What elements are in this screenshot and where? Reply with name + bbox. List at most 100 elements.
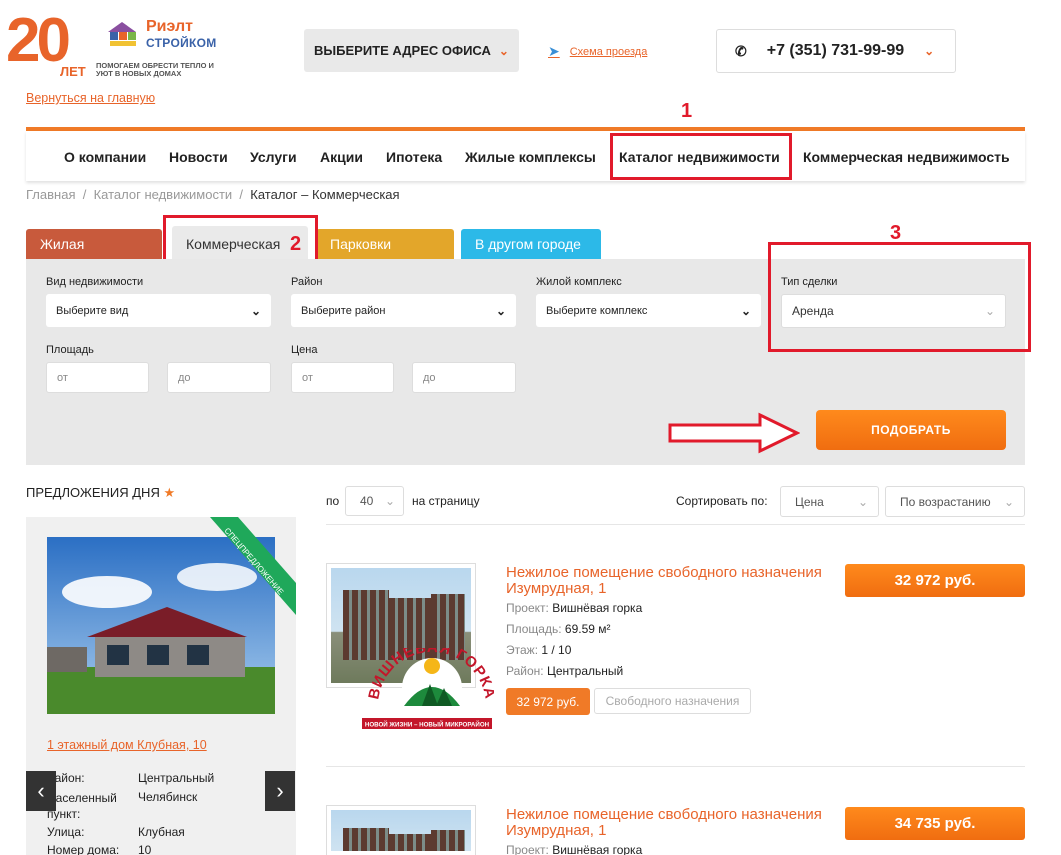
- route-link-label: Схема проезда: [569, 45, 648, 58]
- phone-icon: ✆: [735, 42, 747, 59]
- divider: [326, 524, 1025, 525]
- chevron-down-icon: ⌄: [495, 303, 506, 318]
- price-from-input[interactable]: от: [291, 362, 394, 393]
- sort-label: Сортировать по:: [676, 494, 768, 508]
- tab-residential[interactable]: Жилая: [26, 229, 162, 259]
- logo-number[interactable]: 20: [6, 10, 71, 72]
- annotation-box-catalog: [610, 133, 792, 180]
- listing-area-key: Площадь:: [506, 622, 562, 636]
- breadcrumb-current: Каталог – Коммерческая: [250, 187, 400, 202]
- logo-house-icon: [108, 22, 136, 46]
- listing-project-row: Проект: Вишнёвая горка: [506, 601, 642, 615]
- emblem-subtext: НОВОЙ ЖИЗНИ – НОВЫЙ МИКРОРАЙОН: [365, 721, 490, 729]
- special-offer-ribbon: СПЕЦПРЕДЛОЖЕНИЕ: [210, 517, 296, 615]
- filter-area-label: Площадь: [46, 344, 94, 356]
- vishnevaya-gorka-logo: ВИШНЁВАЯ ГОРКА НОВОЙ ЖИЗНИ – НОВЫЙ МИКРО…: [362, 648, 494, 729]
- per-page-prefix: по: [326, 494, 340, 508]
- annotation-arrow-icon: [668, 412, 800, 454]
- price-to-input[interactable]: до: [412, 362, 516, 393]
- listing-photo[interactable]: [326, 805, 476, 855]
- office-address-button[interactable]: ВЫБЕРИТЕ АДРЕС ОФИСА ⌄: [304, 29, 519, 72]
- sort-order-value: По возрастанию: [900, 494, 991, 509]
- listing-project-value: Вишнёвая горка: [552, 843, 643, 855]
- offer-house-number-key: Номер дома:: [47, 843, 120, 855]
- per-page-value: 40: [360, 494, 374, 508]
- listing-price-button[interactable]: 32 972 руб.: [845, 564, 1025, 597]
- nav-item-residential[interactable]: Жилые комплексы: [465, 149, 596, 165]
- sort-field-select[interactable]: Цена ⌄: [780, 486, 879, 517]
- listing-district-row: Район: Центральный: [506, 664, 623, 678]
- listing-purpose-tag: Свободного назначения: [594, 688, 751, 714]
- listing-project-key: Проект:: [506, 843, 549, 855]
- tab-parking[interactable]: Парковки: [316, 229, 454, 259]
- sort-field-value: Цена: [795, 494, 824, 509]
- listing-district-key: Район:: [506, 664, 544, 678]
- filter-type-value: Выберите вид: [56, 304, 129, 317]
- breadcrumb-separator: /: [79, 187, 90, 202]
- annotation-number-2: 2: [290, 233, 302, 255]
- chevron-down-icon: ⌄: [498, 43, 509, 58]
- logo-tagline: ПОМОГАЕМ ОБРЕСТИ ТЕПЛО И УЮТ В НОВЫХ ДОМ…: [96, 61, 214, 78]
- listing-floor-row: Этаж: 1 / 10: [506, 643, 571, 657]
- logo-years: ЛЕТ: [60, 64, 86, 79]
- route-link[interactable]: ➤ Схема проезда: [548, 43, 647, 60]
- breadcrumb-home[interactable]: Главная: [26, 187, 75, 202]
- listing-floor-value: 1 / 10: [541, 643, 572, 657]
- filter-type-select[interactable]: Выберите вид ⌄: [46, 294, 271, 327]
- chevron-down-icon: ⌄: [384, 494, 395, 508]
- chevron-down-icon: ⌄: [250, 303, 261, 318]
- filter-district-select[interactable]: Выберите район ⌄: [291, 294, 516, 327]
- filter-complex-select[interactable]: Выберите комплекс ⌄: [536, 294, 761, 327]
- office-address-label: ВЫБЕРИТЕ АДРЕС ОФИСА: [314, 43, 491, 58]
- tab-other-city[interactable]: В другом городе: [461, 229, 601, 259]
- nav-item-about[interactable]: О компании: [64, 149, 146, 165]
- per-page-select[interactable]: 40 ⌄: [345, 486, 404, 516]
- listing-area-value: 69.59 м²: [564, 622, 611, 636]
- chevron-right-icon: ›: [276, 778, 284, 803]
- logo-brand: Риэлт: [146, 18, 193, 35]
- offer-city-key: Населенный пункт:: [47, 791, 117, 821]
- breadcrumb-catalog[interactable]: Каталог недвижимости: [94, 187, 233, 202]
- filter-price-label: Цена: [291, 344, 318, 356]
- submit-filter-button[interactable]: ПОДОБРАТЬ: [816, 410, 1006, 450]
- main-nav: О компании Новости Услуги Акции Ипотека …: [26, 131, 1025, 181]
- star-icon: ★: [163, 485, 176, 500]
- carousel-prev-button[interactable]: ‹: [26, 771, 56, 811]
- area-to-input[interactable]: до: [167, 362, 271, 393]
- breadcrumb-separator: /: [235, 187, 247, 202]
- listing-project-key: Проект:: [506, 601, 549, 615]
- filter-complex-value: Выберите комплекс: [546, 304, 648, 317]
- listing-project-row: Проект: Вишнёвая горка: [506, 843, 642, 855]
- listing-price-badge: 32 972 руб.: [506, 688, 590, 715]
- offer-street-value: Клубная: [138, 825, 185, 839]
- offer-city-value: Челябинск: [138, 790, 198, 804]
- offers-title: ПРЕДЛОЖЕНИЯ ДНЯ ★: [26, 485, 175, 501]
- listing-photo-image: [331, 810, 471, 851]
- filter-district-value: Выберите район: [301, 304, 386, 317]
- listing-price-button[interactable]: 34 735 руб.: [845, 807, 1025, 840]
- area-from-input[interactable]: от: [46, 362, 149, 393]
- nav-item-services[interactable]: Услуги: [250, 149, 297, 165]
- offer-title-link[interactable]: 1 этажный дом Клубная, 10: [47, 738, 207, 752]
- nav-item-mortgage[interactable]: Ипотека: [386, 149, 442, 165]
- back-to-home-link[interactable]: Вернуться на главную: [26, 91, 155, 105]
- listing-area-row: Площадь: 69.59 м²: [506, 622, 611, 636]
- divider: [326, 766, 1025, 767]
- phone-dropdown[interactable]: ✆ +7 (351) 731-99-99 ⌄: [716, 29, 956, 73]
- sort-order-select[interactable]: По возрастанию ⌄: [885, 486, 1025, 517]
- listing-district-value: Центральный: [546, 664, 624, 678]
- nav-item-news[interactable]: Новости: [169, 149, 228, 165]
- listing-title-link[interactable]: Нежилое помещение свободного назначения …: [506, 565, 836, 597]
- annotation-number-1: 1: [681, 100, 693, 122]
- chevron-down-icon: ⌄: [857, 494, 868, 509]
- nav-item-promos[interactable]: Акции: [320, 149, 363, 165]
- listing-title-link[interactable]: Нежилое помещение свободного назначения …: [506, 807, 836, 839]
- filter-type-label: Вид недвижимости: [46, 276, 144, 288]
- offer-house-number-value: 10: [138, 843, 152, 855]
- listing-project-value: Вишнёвая горка: [552, 601, 643, 615]
- nav-item-commercial[interactable]: Коммерческая недвижимость: [803, 149, 1010, 165]
- per-page-label: на страницу: [412, 494, 480, 508]
- filter-district-label: Район: [291, 276, 323, 288]
- carousel-next-button[interactable]: ›: [265, 771, 295, 811]
- chevron-left-icon: ‹: [37, 778, 45, 803]
